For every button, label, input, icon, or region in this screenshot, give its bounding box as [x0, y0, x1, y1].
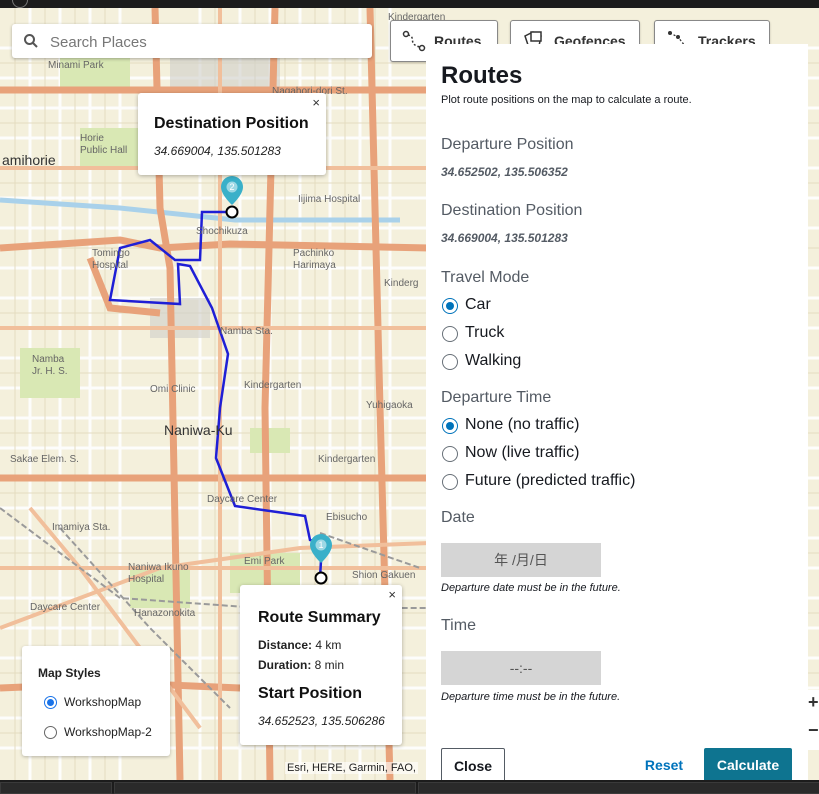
radio-button[interactable]: [44, 696, 57, 709]
radio-button[interactable]: [44, 726, 57, 739]
window-control-icon[interactable]: [12, 0, 28, 8]
date-hint: Departure date must be in the future.: [441, 582, 621, 594]
start-position-coords: 34.652523, 135.506286: [258, 714, 385, 728]
calculate-button[interactable]: Calculate: [704, 748, 792, 782]
map-label: Shochikuza: [196, 226, 248, 237]
map-label: Kinderg: [384, 278, 419, 289]
map-label: Pachinko Harimaya: [293, 248, 336, 271]
popup-coords: 34.669004, 135.501283: [154, 144, 281, 158]
map-label: Namba Jr. H. S.: [32, 354, 68, 377]
radio-button[interactable]: [442, 418, 458, 434]
distance-row: Distance: 4 km: [258, 638, 341, 652]
route-summary-popup: × Route Summary Distance: 4 km Duration:…: [240, 585, 402, 745]
time-hint: Departure time must be in the future.: [441, 691, 621, 703]
date-label: Date: [441, 509, 475, 526]
distance-value: 4 km: [315, 638, 342, 652]
routes-panel: Routes Plot route positions on the map t…: [426, 44, 808, 784]
popup-title: Destination Position: [154, 115, 309, 132]
radio-label: None (no traffic): [465, 416, 580, 433]
departure-position-value: 34.652502, 135.506352: [441, 165, 568, 179]
duration-label: Duration:: [258, 658, 312, 672]
map-styles-title: Map Styles: [38, 666, 101, 680]
map-label: Imamiya Sta.: [52, 522, 111, 533]
date-input[interactable]: 年 /月/日: [441, 543, 601, 577]
popup-title: Route Summary: [258, 609, 381, 626]
radio-button[interactable]: [442, 326, 458, 342]
zoom-out-button[interactable]: −: [808, 720, 819, 741]
map-label: Kindergarten: [318, 454, 376, 465]
map-label: Horie Public Hall: [80, 133, 128, 156]
radio-button[interactable]: [442, 354, 458, 370]
destination-popup: × Destination Position 34.669004, 135.50…: [138, 93, 326, 175]
map-attribution: Esri, HERE, Garmin, FAO,: [285, 762, 418, 774]
map-label: Namba Sta.: [220, 326, 273, 337]
map-style-label: WorkshopMap: [64, 695, 142, 709]
radio-label: Walking: [465, 352, 522, 369]
close-icon[interactable]: ×: [312, 95, 320, 110]
window-top-bar: [0, 0, 819, 8]
status-segment: [0, 782, 112, 794]
map-label: Iijima Hospital: [298, 194, 361, 205]
map-label: Kindergarten: [244, 380, 302, 391]
radio-label: Future (predicted traffic): [465, 472, 636, 489]
travel-mode-label: Travel Mode: [441, 269, 530, 286]
panel-subtitle: Plot route positions on the map to calcu…: [441, 94, 692, 106]
departure-time-label: Departure Time: [441, 389, 552, 406]
close-icon[interactable]: ×: [388, 587, 396, 602]
radio-button[interactable]: [442, 446, 458, 462]
map-label: Shion Gakuen: [352, 570, 416, 581]
panel-title: Routes: [441, 62, 523, 89]
map-styles-panel: Map Styles WorkshopMap WorkshopMap-2: [22, 646, 170, 756]
search-input[interactable]: [48, 30, 352, 54]
map-label: Naniwa-Ku: [164, 422, 233, 438]
time-label: Time: [441, 617, 476, 634]
radio-button[interactable]: [442, 298, 458, 314]
map-label: Omi Clinic: [150, 384, 196, 395]
status-segment: [114, 782, 416, 794]
radio-label: Truck: [465, 324, 505, 341]
search-icon: [24, 34, 38, 48]
map-label: Sakae Elem. S.: [10, 454, 79, 465]
status-segment: [418, 782, 819, 794]
zoom-control: + −: [808, 690, 819, 750]
start-marker-number: 1: [318, 540, 323, 550]
start-position-title: Start Position: [258, 685, 363, 702]
map-label: Tomingo Hospital: [92, 248, 130, 271]
map-label: Daycare Center: [30, 602, 101, 613]
search-box[interactable]: [12, 24, 372, 58]
close-button[interactable]: Close: [441, 748, 505, 784]
map-label: Emi Park: [244, 556, 285, 567]
radio-label: Car: [465, 296, 491, 313]
map-label: Daycare Center: [207, 494, 278, 505]
map-label: Yuhigaoka: [366, 400, 413, 411]
radio-button[interactable]: [442, 474, 458, 490]
map-label: Hanazonokita: [134, 608, 196, 619]
map-style-label: WorkshopMap-2: [64, 725, 152, 739]
map-label: Ebisucho: [326, 512, 368, 523]
route-icon: [402, 30, 426, 52]
destination-position-value: 34.669004, 135.501283: [441, 231, 568, 245]
map-label: Minami Park: [48, 60, 104, 71]
duration-value: 8 min: [314, 658, 345, 672]
reset-button[interactable]: Reset: [636, 748, 692, 782]
radio-label: Now (live traffic): [465, 444, 580, 461]
duration-row: Duration: 8 min: [258, 658, 344, 672]
window-bottom-bar: [0, 780, 819, 794]
map-label: Naniwa Ikuno Hospital: [128, 562, 189, 585]
map-label: amihorie: [2, 152, 56, 168]
distance-label: Distance:: [258, 638, 313, 652]
destination-position-label: Destination Position: [441, 202, 583, 219]
departure-position-label: Departure Position: [441, 136, 574, 153]
zoom-in-button[interactable]: +: [808, 692, 819, 713]
time-input[interactable]: --:--: [441, 651, 601, 685]
destination-marker-number: 2: [229, 182, 234, 192]
